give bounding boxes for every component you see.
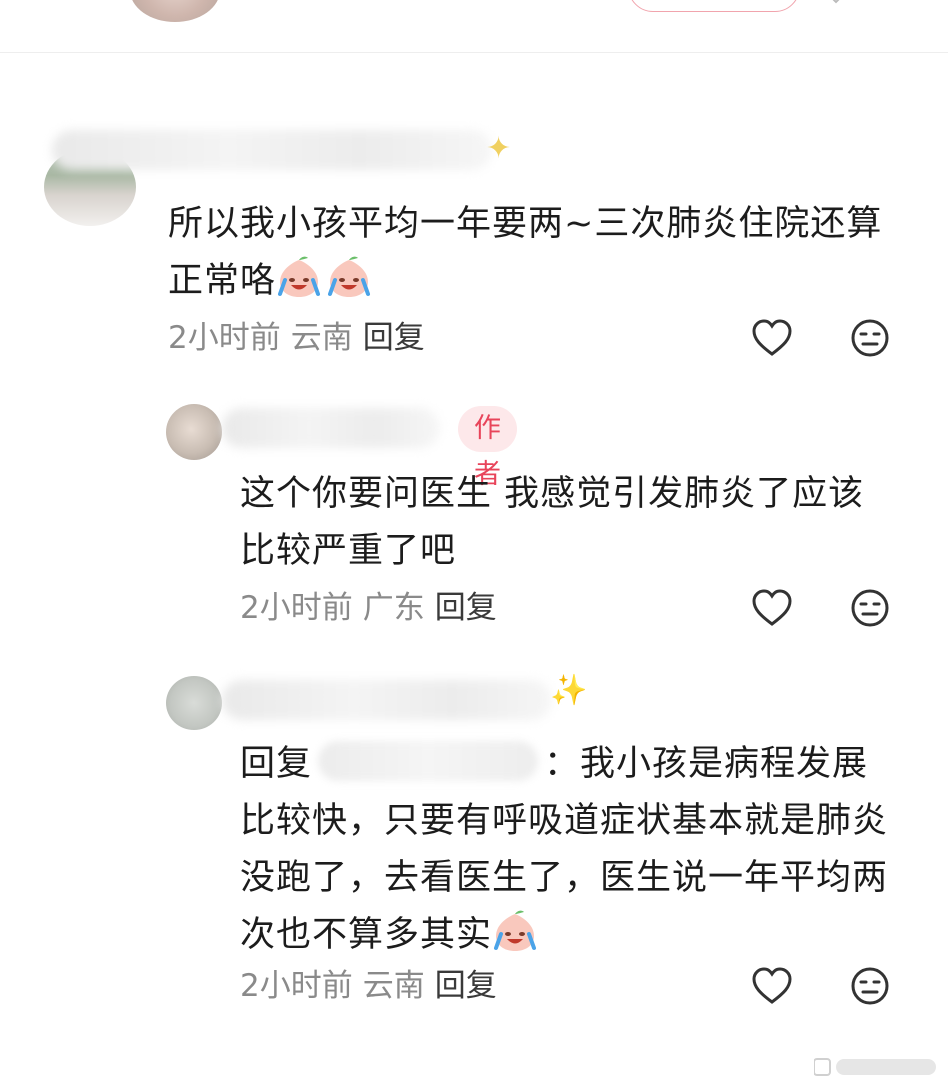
reply-location: 云南: [362, 968, 425, 1004]
commenter-name[interactable]: [222, 680, 552, 720]
post-author-avatar[interactable]: [130, 0, 220, 22]
reply-button[interactable]: 回复: [435, 590, 497, 626]
heart-outline-icon[interactable]: [750, 316, 794, 360]
reply-button[interactable]: 回复: [435, 968, 497, 1004]
comment-meta: 2小时前 云南 回复: [168, 318, 435, 358]
reply-colon: ：: [544, 744, 581, 784]
crying-laughing-peach-emoji: [278, 256, 321, 297]
mentioned-user[interactable]: [318, 741, 539, 781]
comment-location: 云南: [290, 320, 353, 356]
neutral-face-icon[interactable]: [848, 964, 892, 1008]
commenter-avatar[interactable]: [166, 676, 222, 730]
commenter-name[interactable]: [52, 130, 492, 170]
reply-meta: 2小时前 云南 回复: [240, 966, 507, 1006]
author-name[interactable]: [222, 408, 440, 448]
reply-time: 2小时前: [240, 968, 353, 1004]
follow-button[interactable]: [628, 0, 800, 12]
comment-time: 2小时前: [168, 320, 281, 356]
reply-text[interactable]: 回复 ：我小孩是病程发展比较快，只要有呼吸道症状基本就是肺炎没跑了，去看医生了，医…: [240, 736, 900, 964]
neutral-face-icon[interactable]: [848, 586, 892, 630]
sparkles-icon: ✦: [486, 131, 512, 166]
author-avatar[interactable]: [166, 404, 222, 460]
crying-laughing-peach-emoji: [494, 910, 537, 951]
chevron-icon[interactable]: [826, 0, 846, 4]
comment-text[interactable]: 所以我小孩平均一年要两~三次肺炎住院还算正常咯: [168, 196, 898, 310]
watermark-logo: [814, 1058, 936, 1076]
reply-meta: 2小时前 广东 回复: [240, 588, 507, 628]
reply-location: 广东: [362, 590, 425, 626]
reply-prefix: 回复: [240, 744, 313, 784]
reply-text[interactable]: 这个你要问医生 我感觉引发肺炎了应该比较严重了吧: [240, 466, 900, 580]
heart-outline-icon[interactable]: [750, 964, 794, 1008]
heart-outline-icon[interactable]: [750, 586, 794, 630]
reply-button[interactable]: 回复: [363, 320, 425, 356]
neutral-face-icon[interactable]: [848, 316, 892, 360]
crying-laughing-peach-emoji: [328, 256, 371, 297]
sparkles-icon: ✨: [550, 673, 588, 708]
reply-time: 2小时前: [240, 590, 353, 626]
author-badge: 作者: [458, 406, 517, 490]
post-header-strip: [0, 0, 948, 53]
